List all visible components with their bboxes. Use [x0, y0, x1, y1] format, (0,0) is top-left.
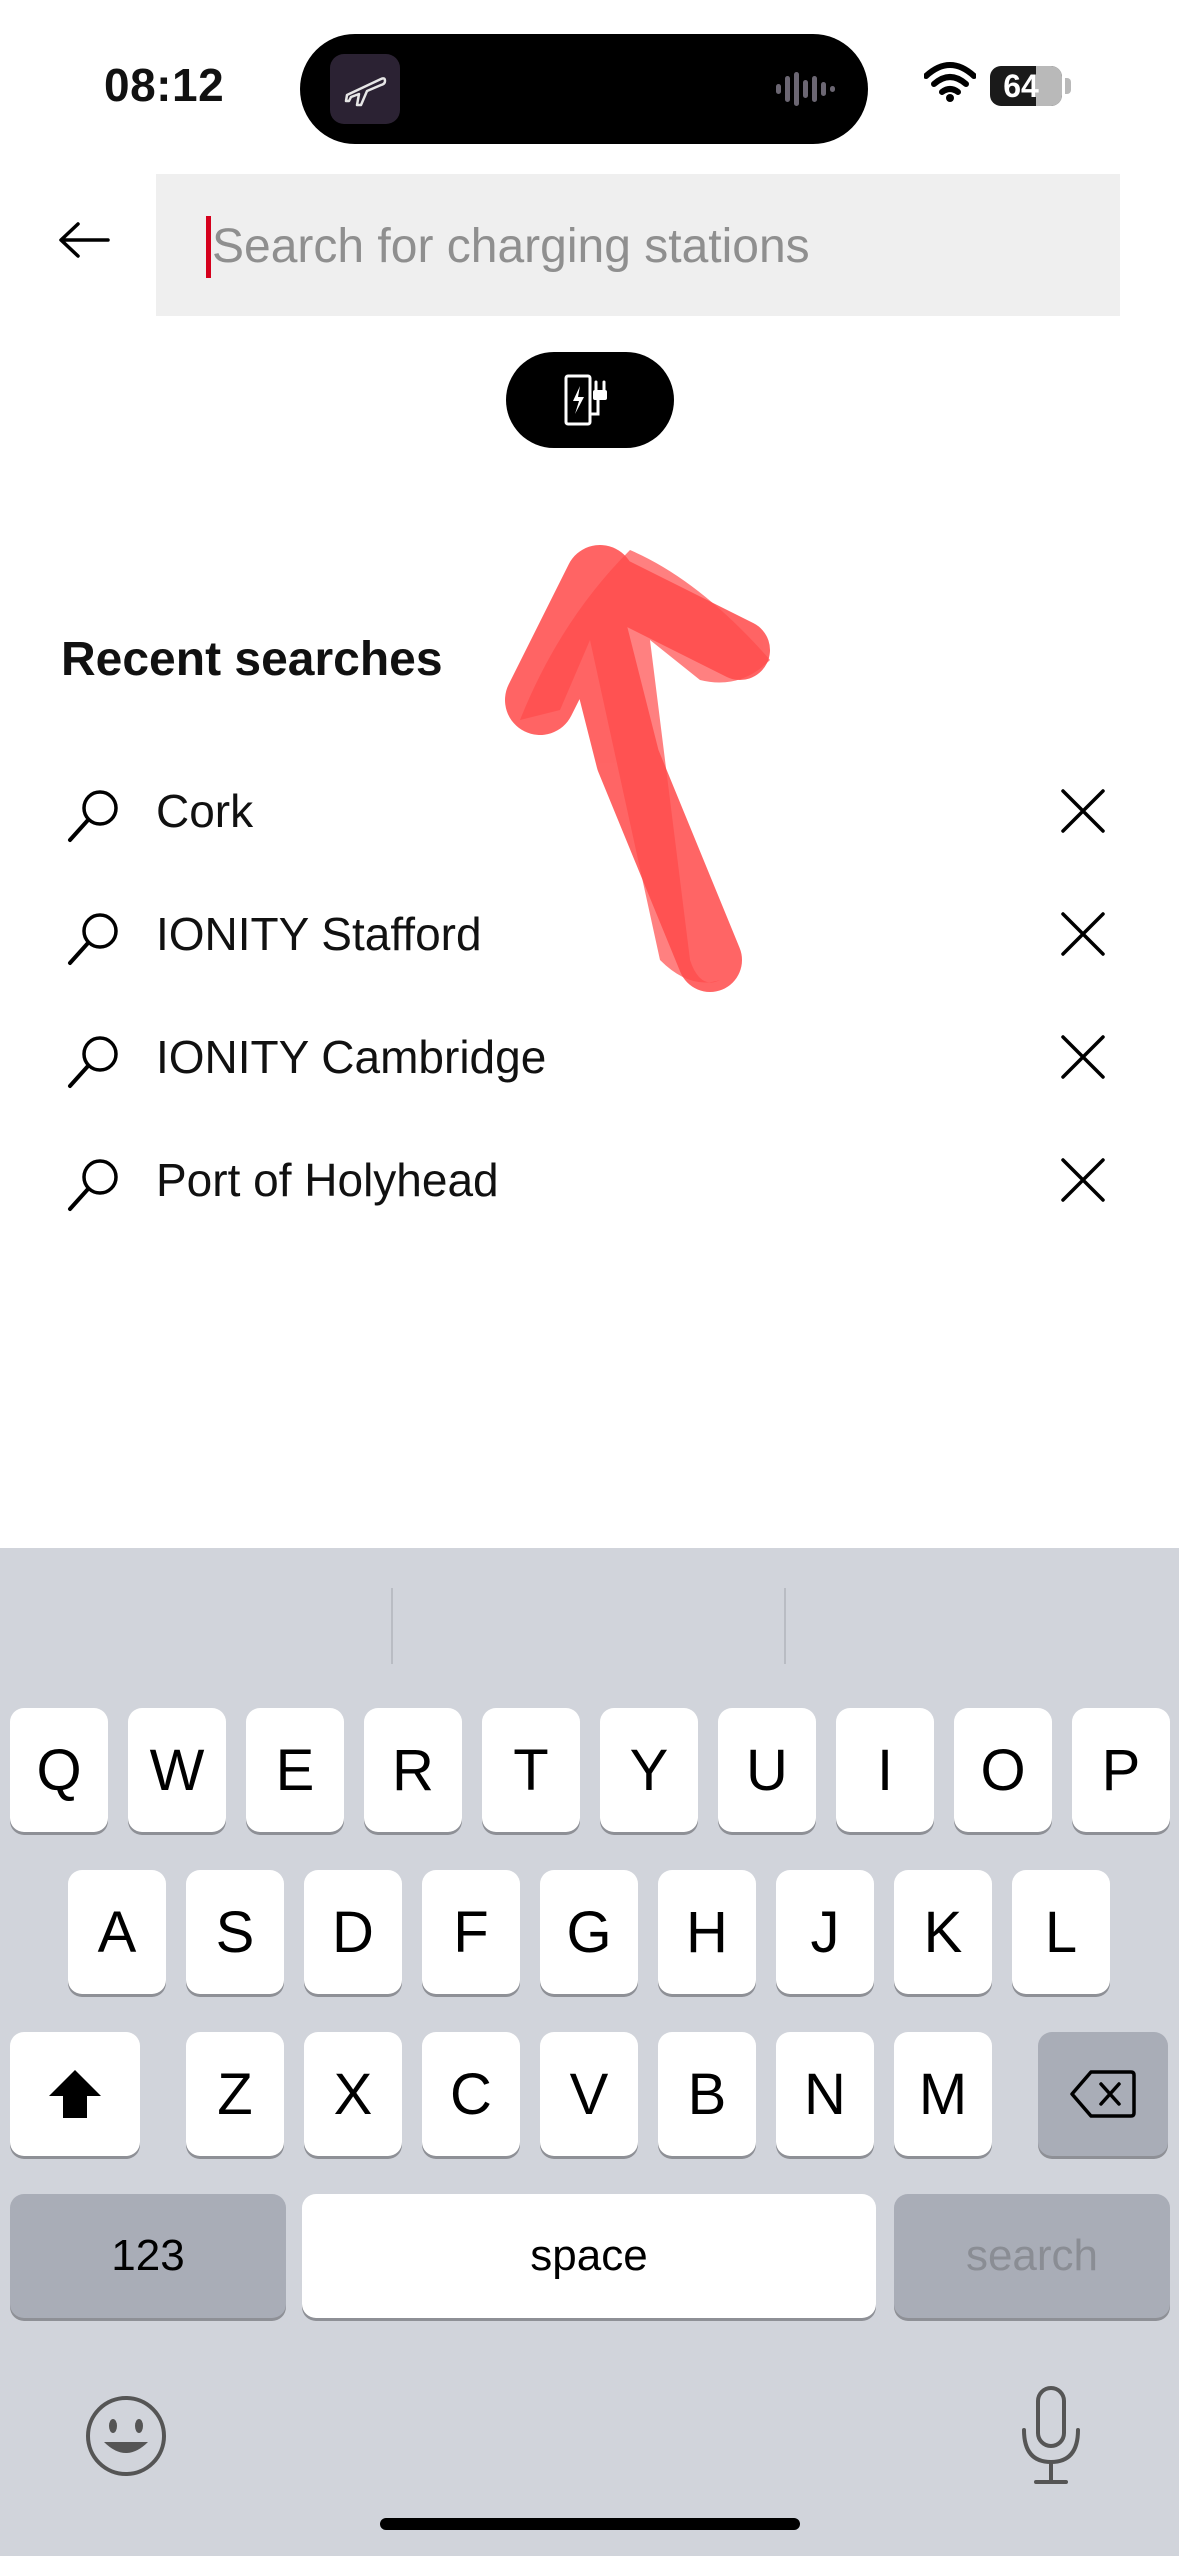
close-icon	[1061, 1158, 1105, 1202]
search-icon	[64, 786, 124, 851]
audio-wave-icon	[776, 70, 838, 113]
remove-recent-button[interactable]	[1052, 780, 1114, 842]
search-icon	[64, 1155, 124, 1220]
back-button[interactable]	[44, 200, 124, 280]
key-f[interactable]: F	[422, 1870, 520, 1994]
arrow-left-icon	[59, 222, 110, 258]
battery-level: 64	[1003, 68, 1039, 104]
key-o[interactable]: O	[954, 1708, 1052, 1832]
recent-search-label: Port of Holyhead	[156, 1154, 499, 1206]
key-s[interactable]: S	[186, 1870, 284, 1994]
shift-key[interactable]	[10, 2032, 140, 2156]
suggestion-divider	[391, 1588, 393, 1664]
charging-filter-button[interactable]	[506, 352, 674, 448]
key-u[interactable]: U	[718, 1708, 816, 1832]
search-icon	[64, 1032, 124, 1097]
suggestion-divider	[784, 1588, 786, 1664]
search-icon	[64, 909, 124, 974]
key-j[interactable]: J	[776, 1870, 874, 1994]
close-icon	[1061, 912, 1105, 956]
recent-search-item[interactable]: IONITY Stafford	[0, 883, 1179, 983]
key-b[interactable]: B	[658, 2032, 756, 2156]
backspace-icon	[1070, 2070, 1136, 2118]
battery-icon: 64	[990, 66, 1062, 106]
key-n[interactable]: N	[776, 2032, 874, 2156]
key-z[interactable]: Z	[186, 2032, 284, 2156]
key-h[interactable]: H	[658, 1870, 756, 1994]
key-w[interactable]: W	[128, 1708, 226, 1832]
close-icon	[1061, 789, 1105, 833]
key-v[interactable]: V	[540, 2032, 638, 2156]
microphone-icon	[1022, 2386, 1080, 2484]
status-bar: 08:12 64	[0, 0, 1179, 170]
space-key[interactable]: space	[302, 2194, 876, 2318]
remove-recent-button[interactable]	[1052, 1026, 1114, 1088]
search-box[interactable]	[156, 174, 1120, 318]
status-time: 08:12	[104, 59, 225, 111]
home-indicator[interactable]	[380, 2518, 800, 2530]
backspace-key[interactable]	[1038, 2032, 1168, 2156]
emoji-icon	[86, 2396, 166, 2476]
key-t[interactable]: T	[482, 1708, 580, 1832]
key-k[interactable]: K	[894, 1870, 992, 1994]
key-r[interactable]: R	[364, 1708, 462, 1832]
remove-recent-button[interactable]	[1052, 903, 1114, 965]
shift-icon	[49, 2070, 101, 2118]
remove-recent-button[interactable]	[1052, 1149, 1114, 1211]
key-a[interactable]: A	[68, 1870, 166, 1994]
key-m[interactable]: M	[894, 2032, 992, 2156]
dynamic-island[interactable]	[300, 34, 868, 144]
search-input[interactable]	[210, 174, 1094, 318]
numbers-key[interactable]: 123	[10, 2194, 286, 2318]
recent-search-item[interactable]: Cork	[0, 760, 1179, 860]
battery-tip	[1065, 78, 1071, 94]
key-d[interactable]: D	[304, 1870, 402, 1994]
airplane-app-icon	[330, 54, 400, 124]
dictation-button[interactable]	[1016, 2384, 1086, 2488]
keyboard: Q W E R T Y U I O P A S D F G H J K L Z …	[0, 1548, 1179, 2556]
key-l[interactable]: L	[1012, 1870, 1110, 1994]
charging-station-icon	[564, 374, 607, 426]
wifi-icon	[923, 62, 977, 107]
recent-search-item[interactable]: IONITY Cambridge	[0, 1006, 1179, 1106]
suggestion-bar[interactable]	[0, 1548, 1179, 1698]
emoji-button[interactable]	[82, 2392, 170, 2480]
recent-search-label: IONITY Stafford	[156, 908, 482, 960]
key-g[interactable]: G	[540, 1870, 638, 1994]
recent-search-label: Cork	[156, 785, 254, 837]
key-p[interactable]: P	[1072, 1708, 1170, 1832]
close-icon	[1061, 1035, 1105, 1079]
recent-search-item[interactable]: Port of Holyhead	[0, 1129, 1179, 1229]
recent-searches-title: Recent searches	[61, 633, 443, 686]
key-x[interactable]: X	[304, 2032, 402, 2156]
recent-search-label: IONITY Cambridge	[156, 1031, 547, 1083]
key-e[interactable]: E	[246, 1708, 344, 1832]
key-c[interactable]: C	[422, 2032, 520, 2156]
key-q[interactable]: Q	[10, 1708, 108, 1832]
search-key[interactable]: search	[894, 2194, 1170, 2318]
key-y[interactable]: Y	[600, 1708, 698, 1832]
key-i[interactable]: I	[836, 1708, 934, 1832]
